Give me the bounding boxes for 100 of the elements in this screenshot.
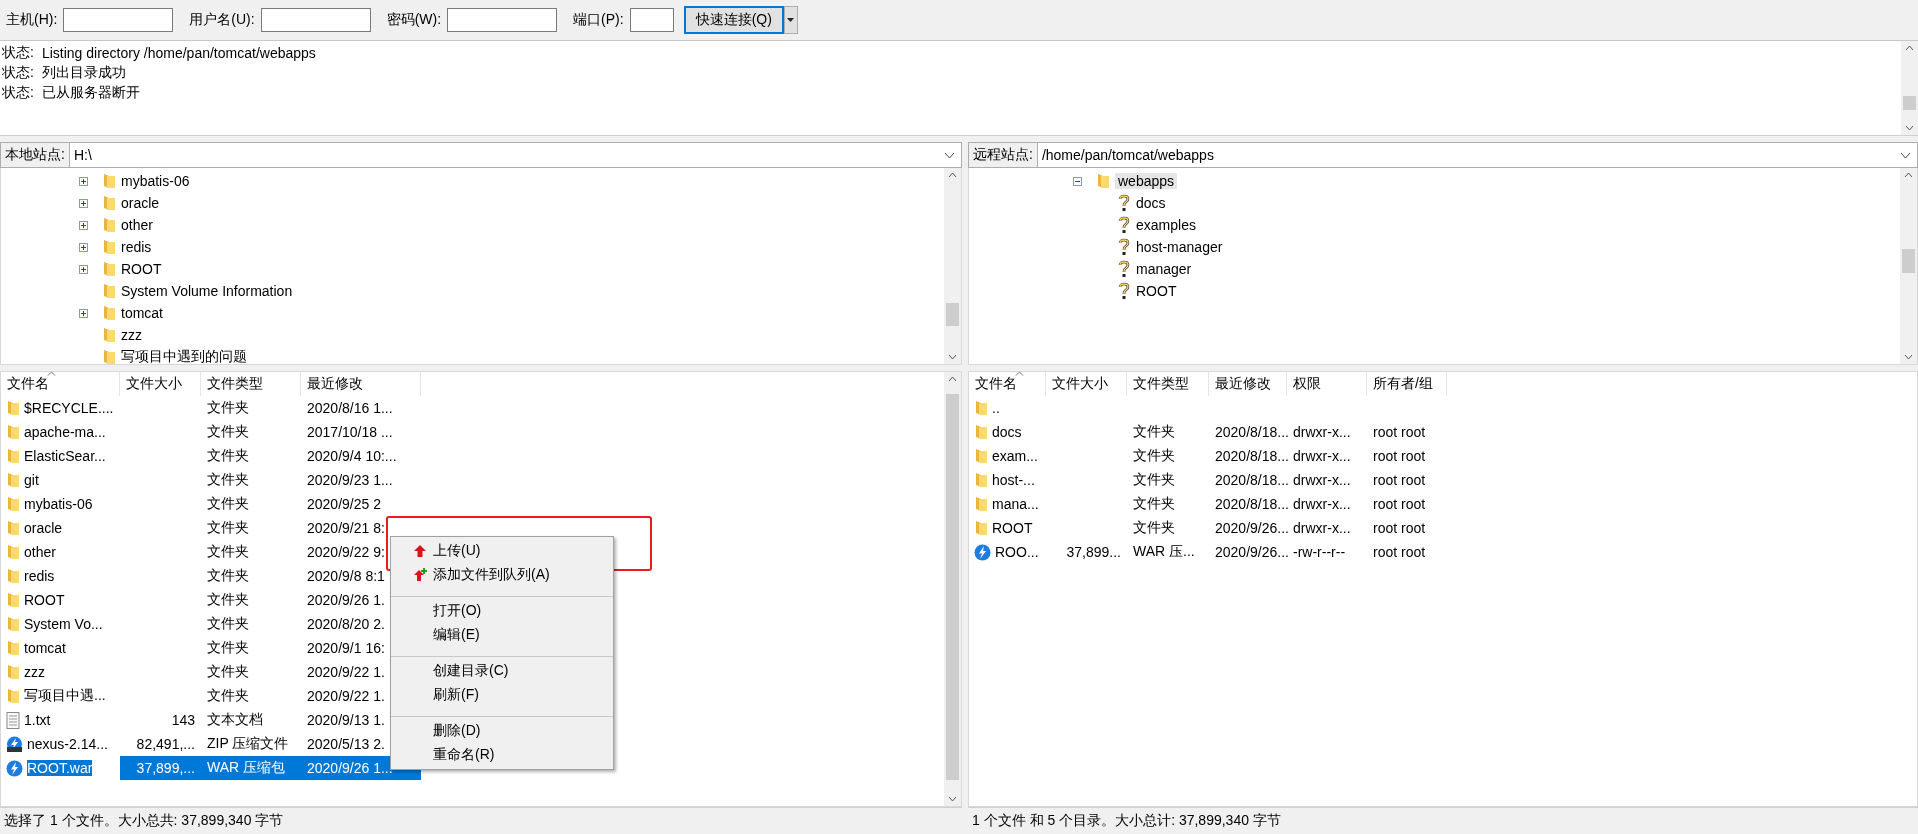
expand-icon[interactable]	[79, 308, 88, 318]
log-message: 列出目录成功	[41, 64, 126, 82]
question-icon	[1117, 194, 1131, 212]
scrollbar[interactable]	[1901, 41, 1918, 135]
tree-item[interactable]: examples	[1136, 217, 1196, 233]
scroll-thumb[interactable]	[1902, 249, 1915, 273]
file-name[interactable]: exam...	[992, 448, 1038, 464]
column-header[interactable]: 文件大小	[1046, 372, 1127, 396]
table-cell: WAR 压...	[1133, 543, 1195, 561]
status-text: 1 个文件 和 5 个目录。大小总计: 37,899,340 字节	[968, 807, 1918, 834]
log-message: 已从服务器断开	[41, 84, 140, 102]
tree-item[interactable]: redis	[121, 239, 152, 255]
text-field[interactable]	[629, 8, 674, 32]
file-name[interactable]: mybatis-06	[24, 496, 93, 512]
file-name[interactable]: tomcat	[24, 640, 66, 656]
file-name[interactable]: host-...	[992, 472, 1035, 488]
file-name[interactable]: docs	[992, 424, 1022, 440]
table-cell: root root	[1373, 496, 1426, 512]
text-field[interactable]	[447, 8, 558, 32]
file-name[interactable]: ROOT	[992, 520, 1033, 536]
expand-icon[interactable]	[79, 198, 88, 208]
table-cell: 2020/8/18...	[1215, 496, 1289, 512]
tree-item[interactable]: docs	[1136, 195, 1166, 211]
scroll-thumb[interactable]	[946, 302, 959, 327]
table-cell: 2020/8/18...	[1215, 424, 1289, 440]
file-name[interactable]: 1.txt	[24, 712, 51, 728]
menu-item[interactable]: 打开(O)	[391, 596, 613, 623]
menu-item[interactable]: 重命名(R)	[391, 743, 613, 767]
text-field[interactable]	[260, 8, 371, 32]
menu-item[interactable]: 删除(D)	[391, 716, 613, 743]
table-cell: 文件夹	[1133, 423, 1175, 441]
folder-icon	[974, 400, 988, 416]
column-header[interactable]: 所有者/组	[1367, 372, 1447, 396]
folder-icon	[102, 239, 116, 255]
file-name[interactable]: redis	[24, 568, 55, 584]
table-cell: root root	[1373, 448, 1426, 464]
menu-item[interactable]: 创建目录(C)	[391, 656, 613, 683]
path-dropdown[interactable]: H:\	[69, 143, 961, 167]
tree-item[interactable]: oracle	[121, 195, 160, 211]
table-cell: 37,899,...	[136, 760, 195, 776]
file-name[interactable]: oracle	[24, 520, 63, 536]
file-name[interactable]: mana...	[992, 496, 1039, 512]
file-name[interactable]: ElasticSear...	[24, 448, 106, 464]
folder-icon	[974, 496, 988, 512]
file-name[interactable]: ROO...	[995, 544, 1039, 560]
column-header[interactable]: 文件大小	[120, 372, 201, 396]
file-name[interactable]: git	[24, 472, 39, 488]
file-name[interactable]: 写项目中遇...	[24, 687, 106, 705]
tree-item[interactable]: zzz	[121, 327, 142, 343]
column-header[interactable]: 文件名	[969, 372, 1046, 396]
column-header[interactable]: 文件类型	[201, 372, 301, 396]
table-cell: 文件夹	[207, 687, 249, 705]
tree-item[interactable]: host-manager	[1136, 239, 1223, 255]
text-field[interactable]	[63, 8, 174, 32]
scroll-thumb[interactable]	[946, 394, 959, 780]
menu-item[interactable]: 上传(U)	[391, 539, 613, 563]
column-header[interactable]: 文件名	[1, 372, 120, 396]
column-header[interactable]: 最近修改	[301, 372, 421, 396]
tree-item[interactable]: mybatis-06	[121, 173, 190, 189]
field-label: 主机(H):	[6, 11, 58, 29]
expand-icon[interactable]	[79, 220, 88, 230]
table-cell: 文件夹	[207, 399, 249, 417]
file-name[interactable]: zzz	[24, 664, 45, 680]
column-header[interactable]: 文件类型	[1127, 372, 1209, 396]
tree-item[interactable]: webapps	[1115, 173, 1178, 189]
file-name[interactable]: $RECYCLE....	[24, 400, 114, 416]
menu-item[interactable]: 编辑(E)	[391, 623, 613, 647]
scroll-thumb[interactable]	[1903, 95, 1916, 111]
collapse-icon[interactable]	[1073, 176, 1082, 186]
file-name[interactable]: apache-ma...	[24, 424, 106, 440]
folder-icon	[6, 472, 20, 488]
expand-icon[interactable]	[79, 264, 88, 274]
table-cell: 文件夹	[207, 471, 249, 489]
column-header[interactable]: 权限	[1287, 372, 1367, 396]
tree-item[interactable]: ROOT	[121, 261, 162, 277]
tree-item[interactable]: ROOT	[1136, 283, 1177, 299]
path-dropdown[interactable]: /home/pan/tomcat/webapps	[1037, 143, 1917, 167]
file-name[interactable]: ROOT.war	[27, 760, 93, 776]
table-cell: 文件夹	[207, 615, 249, 633]
scrollbar[interactable]	[944, 168, 961, 364]
file-name[interactable]: System Vo...	[24, 616, 103, 632]
file-name[interactable]: other	[24, 544, 56, 560]
quickconnect-button[interactable]: 快速连接(Q)	[683, 6, 784, 34]
tree-item[interactable]: manager	[1136, 261, 1192, 277]
expand-icon[interactable]	[79, 176, 88, 186]
scrollbar[interactable]	[944, 372, 961, 806]
menu-item[interactable]: 添加文件到队列(A)	[391, 563, 613, 587]
menu-item[interactable]: 刷新(F)	[391, 683, 613, 707]
scrollbar[interactable]	[1900, 168, 1917, 364]
file-name[interactable]: ROOT	[24, 592, 65, 608]
tree-item[interactable]: tomcat	[121, 305, 163, 321]
column-header[interactable]: 最近修改	[1209, 372, 1287, 396]
file-name[interactable]: ..	[992, 400, 1000, 416]
file-name[interactable]: nexus-2.14...	[27, 736, 108, 752]
tree-item[interactable]: System Volume Information	[121, 283, 293, 299]
tree-item[interactable]: other	[121, 217, 153, 233]
folder-icon	[102, 195, 116, 211]
tree-item[interactable]: 写项目中遇到的问题	[121, 348, 247, 366]
table-cell: 2020/9/4 10:...	[307, 448, 397, 464]
expand-icon[interactable]	[79, 242, 88, 252]
